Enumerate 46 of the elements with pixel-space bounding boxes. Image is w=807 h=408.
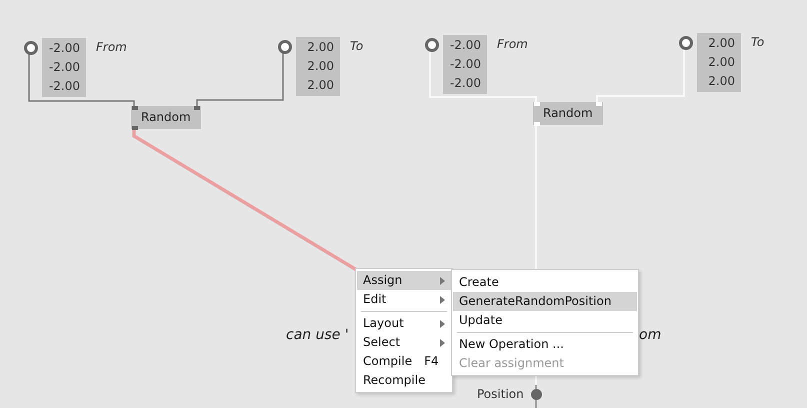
output-pin[interactable] [132,126,138,130]
menu-item[interactable]: Select [357,333,451,352]
value-text: 2.00 [307,58,334,75]
submenu-arrow-icon [440,320,445,328]
node-label: From [96,39,127,56]
submenu-arrow-icon [440,296,445,304]
input-pin[interactable] [596,102,602,106]
value-text: -2.00 [48,78,80,95]
node-label: To [751,34,764,51]
submenu-arrow-icon [440,338,445,346]
input-pin[interactable] [194,106,200,110]
value-text: 2.00 [307,39,334,56]
operation-node[interactable]: Random [131,106,201,129]
value-text: -2.00 [450,75,481,92]
menu-item[interactable]: Edit [357,290,451,309]
menu-item[interactable]: Compile F4 [357,352,451,371]
port[interactable] [24,41,38,55]
menu-item[interactable]: Assign [357,271,451,290]
menu-item[interactable]: GenerateRandomPosition [453,292,637,311]
value-text: -2.00 [48,59,80,76]
value-text: -2.00 [450,56,481,73]
menu-item[interactable]: Layout [357,314,451,333]
node-label: To [350,38,364,55]
submenu-arrow-icon [440,276,445,284]
value-text: -2.00 [48,40,80,57]
comment-text: om [639,327,662,343]
value-text: 2.00 [708,54,735,71]
port[interactable] [278,40,292,54]
port[interactable] [425,38,439,52]
operation-node[interactable]: Random [533,102,603,125]
value-text: 2.00 [307,77,334,94]
value-text: 2.00 [708,35,735,52]
input-pin[interactable] [132,106,138,110]
menu-item[interactable]: Recompile [357,371,451,390]
input-pin[interactable] [534,102,540,106]
menu-item[interactable]: New Operation ... [453,335,637,354]
output-pin[interactable] [534,122,540,126]
menu-item[interactable]: Create [453,273,637,292]
comment-text: can use ' [286,327,349,343]
menu-item[interactable]: Update [453,311,637,330]
value-text: -2.00 [450,37,481,54]
port[interactable] [531,389,542,400]
port[interactable] [679,36,693,50]
output-label: Position [477,387,524,401]
node-label: From [497,36,528,53]
value-text: 2.00 [708,73,735,90]
